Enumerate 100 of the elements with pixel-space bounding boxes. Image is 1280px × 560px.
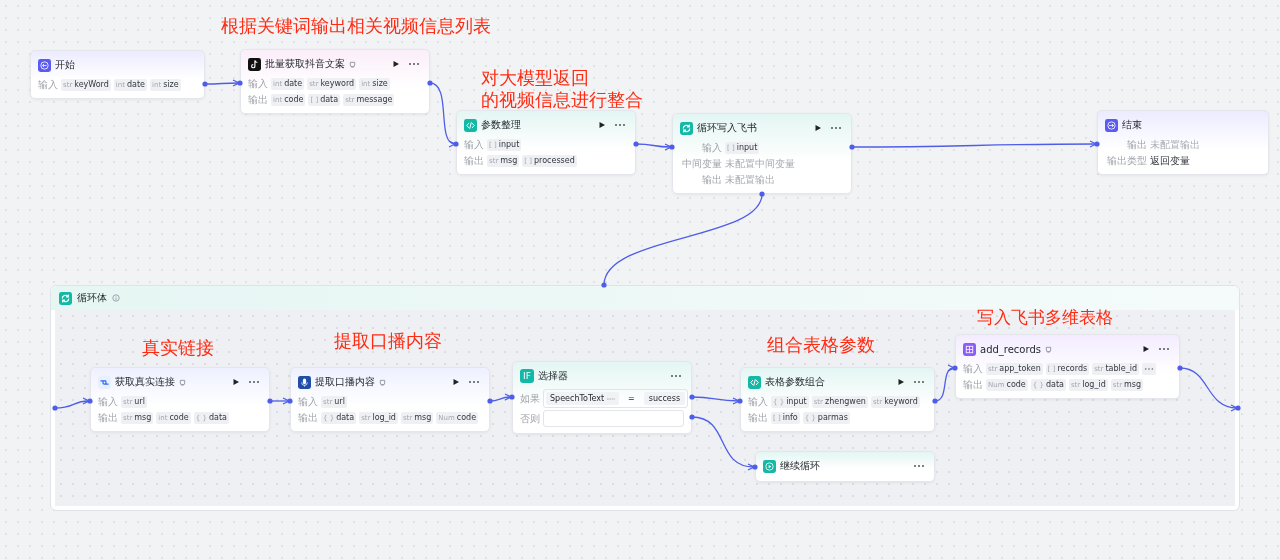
row-label: 输出	[298, 412, 318, 424]
port-dot[interactable]	[689, 394, 695, 400]
play-icon	[814, 124, 822, 132]
row-label: 输入	[38, 79, 58, 91]
condition-label: IF	[520, 369, 534, 383]
row-label: 输出	[248, 94, 268, 106]
variable-select[interactable]: SpeechToText	[546, 392, 620, 405]
annotation-text: 根据关键词输出相关视频信息列表	[221, 16, 491, 37]
row-label: 输入	[98, 396, 118, 408]
table-icon	[963, 342, 976, 356]
plugin-icon	[179, 378, 186, 386]
port-dot[interactable]	[237, 80, 243, 86]
port-dot[interactable]	[87, 398, 93, 404]
play-icon	[452, 378, 460, 386]
node-title: 结束	[1122, 118, 1142, 132]
node-title: 表格参数组合	[765, 375, 825, 389]
port-dot[interactable]	[453, 141, 459, 147]
port-dot[interactable]	[849, 144, 855, 150]
row-label: 输出	[748, 412, 768, 424]
play-icon	[763, 459, 776, 473]
more-icon	[1158, 347, 1170, 351]
annotation-text: 写入飞书多维表格	[977, 308, 1113, 328]
music-note-icon	[248, 57, 261, 71]
plugin-icon	[349, 60, 356, 68]
row-label: 中间变量	[681, 158, 722, 170]
annotation-text: 组合表格参数	[767, 335, 875, 356]
port-dot[interactable]	[1235, 405, 1241, 411]
row-value: 未配置输出	[1150, 139, 1200, 151]
port-dot[interactable]	[669, 144, 675, 150]
value-field[interactable]: success	[643, 392, 686, 405]
link-icon	[98, 375, 111, 389]
row-value: 返回变量	[1150, 155, 1190, 167]
port-dot[interactable]	[932, 398, 938, 404]
loop-title: 循环体	[77, 291, 107, 305]
node-title: add_records	[980, 343, 1041, 355]
port-dot[interactable]	[1094, 141, 1100, 147]
loop-icon	[59, 291, 72, 305]
code-icon	[748, 375, 761, 389]
port-dot[interactable]	[759, 191, 765, 197]
port-dot[interactable]	[952, 365, 958, 371]
node-card[interactable]: IF 选择器 如果 SpeechToText = success 否则	[512, 361, 692, 434]
play-icon	[1142, 345, 1150, 353]
port-dot[interactable]	[601, 282, 607, 288]
more-icon	[1144, 367, 1154, 371]
play-icon	[232, 378, 240, 386]
more-icon	[913, 380, 925, 384]
node-title: 参数整理	[481, 118, 521, 132]
row-label: 输出	[1126, 139, 1147, 151]
port-dot[interactable]	[509, 394, 515, 400]
play-icon	[598, 121, 606, 129]
port-dot[interactable]	[202, 81, 208, 87]
annotation-text: 提取口播内容	[334, 331, 442, 352]
row-value: 未配置输出	[725, 174, 775, 186]
loop-icon	[680, 121, 693, 135]
arrow-icon	[1105, 118, 1118, 132]
row-label: 输出	[701, 174, 722, 186]
row-label: 如果	[520, 392, 540, 405]
node-card[interactable]: 继续循环	[755, 451, 935, 482]
port-dot[interactable]	[427, 80, 433, 86]
annotation-text: 对大模型返回	[481, 68, 589, 89]
node-title: 提取口播内容	[315, 375, 375, 389]
row-label: 输出	[963, 379, 983, 391]
port-dot[interactable]	[633, 141, 639, 147]
port-dot[interactable]	[737, 398, 743, 404]
condition-field[interactable]: SpeechToText = success	[543, 389, 689, 408]
row-label: 输入	[748, 396, 768, 408]
more-icon	[830, 126, 842, 130]
node-title: 继续循环	[780, 459, 820, 473]
port-dot[interactable]	[1177, 365, 1183, 371]
row-label: 输入	[464, 139, 484, 151]
more-icon	[614, 123, 626, 127]
node-title: 开始	[55, 58, 75, 72]
node-title: 选择器	[538, 369, 568, 383]
port-dot[interactable]	[689, 414, 695, 420]
port-dot[interactable]	[752, 464, 758, 470]
more-icon	[408, 62, 420, 66]
operator-text: =	[627, 394, 636, 403]
annotation-text: 的视频信息进行整合	[481, 90, 643, 111]
arrow-icon	[38, 58, 51, 72]
row-value: 未配置中间变量	[725, 158, 795, 170]
row-label: 输入	[701, 142, 722, 154]
node-card[interactable]: 结束 输出 未配置输出 输出类型 返回变量	[1097, 110, 1269, 175]
else-field[interactable]	[543, 410, 684, 427]
code-icon	[464, 118, 477, 132]
more-icon	[670, 374, 682, 378]
port-dot[interactable]	[52, 405, 58, 411]
play-icon	[897, 378, 905, 386]
row-label: 输入	[298, 396, 318, 408]
port-dot[interactable]	[487, 398, 493, 404]
microphone-icon	[298, 375, 311, 389]
row-label: 否则	[520, 412, 540, 425]
port-dot[interactable]	[287, 398, 293, 404]
row-label: 输出类型	[1106, 155, 1147, 167]
row-label: 输入	[248, 78, 268, 90]
annotation-text: 真实链接	[142, 338, 214, 359]
node-title: 循环写入飞书	[697, 121, 757, 135]
node-title: 获取真实连接	[115, 375, 175, 389]
more-icon	[468, 380, 480, 384]
play-icon	[392, 60, 400, 68]
port-dot[interactable]	[267, 398, 273, 404]
